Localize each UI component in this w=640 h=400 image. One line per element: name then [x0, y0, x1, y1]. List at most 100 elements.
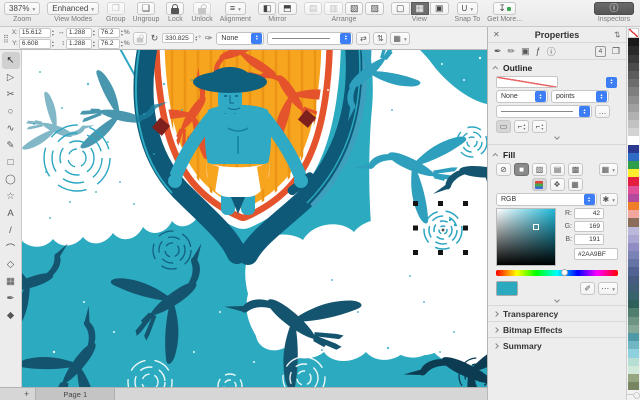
drawing-canvas[interactable] — [22, 50, 487, 387]
summary-section-header[interactable]: Summary — [488, 337, 626, 353]
palette-swatch[interactable] — [628, 341, 639, 350]
palette-swatch[interactable] — [628, 373, 639, 383]
view-normal-button[interactable]: ▢ — [391, 2, 410, 15]
fill-options-dropdown[interactable]: ▦ — [598, 163, 618, 176]
color-model-select[interactable]: RGB — [496, 193, 597, 206]
palette-minimize-icon[interactable]: — — [627, 392, 633, 398]
polygon-tool[interactable]: ☆ — [2, 188, 20, 205]
palette-swatch[interactable] — [628, 193, 639, 202]
inspectors-button[interactable]: ⓘ — [594, 2, 634, 15]
palette-swatch[interactable] — [628, 201, 639, 211]
palette-swatch[interactable] — [628, 324, 639, 333]
hue-slider[interactable] — [496, 269, 618, 276]
palette-swatch[interactable] — [628, 275, 639, 284]
view-grid-button[interactable]: ▦ — [410, 2, 430, 15]
stepper-icon[interactable] — [121, 40, 123, 46]
bezier-tool[interactable]: ⌒ — [2, 239, 20, 256]
palette-swatch[interactable] — [628, 79, 639, 88]
palette-swatch[interactable] — [628, 259, 639, 268]
palette-swatch[interactable] — [628, 242, 639, 252]
stepper-icon[interactable] — [93, 40, 95, 46]
cap-style-button[interactable]: ⌐ — [514, 120, 529, 133]
g-value-field[interactable]: 169 — [574, 221, 604, 232]
stepper-icon[interactable] — [195, 35, 197, 41]
add-page-button[interactable]: + — [24, 389, 29, 399]
palette-swatch[interactable] — [628, 210, 639, 219]
line-tool[interactable]: / — [2, 222, 20, 239]
fill-section-header[interactable]: Fill — [488, 147, 626, 162]
swap-button[interactable]: ⇄ — [356, 31, 371, 45]
transparency-section-header[interactable]: Transparency — [488, 305, 626, 321]
outline-section-header[interactable]: Outline — [488, 60, 626, 75]
palette-swatch[interactable] — [628, 103, 639, 112]
anchor-grid-icon[interactable]: ⣿ — [3, 34, 9, 43]
alignment-dropdown[interactable]: ≡ — [224, 2, 246, 15]
palette-swatch[interactable] — [628, 300, 639, 309]
ungroup-button[interactable]: ❏ — [136, 2, 155, 15]
outline-color-preview[interactable] — [496, 76, 558, 88]
ellipse-tool[interactable]: ◯ — [2, 171, 20, 188]
outline-collapse-control[interactable] — [488, 134, 626, 142]
palette-swatch[interactable] — [628, 62, 639, 71]
palette-swatch[interactable] — [628, 38, 639, 47]
palette-swatch[interactable] — [628, 218, 639, 227]
get-more-button[interactable]: ↧ — [493, 2, 516, 15]
scale-width-field[interactable]: 76.2 — [97, 27, 120, 38]
fill-collapse-control[interactable] — [488, 297, 626, 305]
color-viewers-button[interactable] — [531, 178, 547, 191]
eyedropper-button[interactable]: ✐ — [580, 282, 596, 295]
snap-to-dropdown[interactable]: U — [456, 2, 479, 15]
miter-limit-button[interactable]: ⌐ — [532, 120, 547, 133]
bitmap-effects-section-header[interactable]: Bitmap Effects — [488, 321, 626, 337]
shape-tool[interactable]: ▷ — [2, 69, 20, 86]
zoom-tool[interactable]: ○ — [2, 103, 20, 120]
palette-swatch[interactable] — [628, 365, 639, 374]
palette-swatch[interactable] — [628, 120, 639, 129]
hue-slider-handle[interactable] — [560, 269, 568, 276]
color-picker-cursor[interactable] — [532, 223, 539, 230]
mirror-horizontal-button[interactable]: ◧ — [257, 2, 277, 15]
palette-options-icon[interactable]: ◯ — [633, 392, 640, 399]
stepper-icon[interactable] — [52, 40, 54, 46]
palette-swatch[interactable] — [628, 161, 639, 170]
outline-width-select[interactable]: None — [496, 90, 548, 103]
color-palettes-button[interactable]: ▦ — [567, 178, 583, 191]
corner-style-button[interactable]: ▭ — [496, 120, 511, 133]
transparency-tab-icon[interactable]: ▣ — [521, 46, 530, 57]
effects-tab-icon[interactable]: ƒ — [536, 46, 541, 56]
rectangle-tool[interactable]: □ — [2, 154, 20, 171]
palette-swatch[interactable] — [628, 111, 639, 121]
basic-shapes-tool[interactable]: ◇ — [2, 256, 20, 273]
x-position-field[interactable]: 15.612 — [18, 27, 51, 38]
pick-tool[interactable]: ↖ — [1, 52, 20, 69]
no-fill-button[interactable]: ⊘ — [496, 163, 511, 176]
fill-tool[interactable]: ◆ — [2, 307, 20, 324]
uniform-fill-button[interactable]: ■ — [514, 163, 529, 176]
color-mixers-button[interactable]: ❖ — [549, 178, 565, 191]
outline-pen-tool[interactable]: ✒ — [2, 290, 20, 307]
hex-value-field[interactable]: #2AA9BF — [574, 248, 618, 260]
canvas-artwork[interactable] — [22, 50, 487, 387]
palette-swatch[interactable] — [628, 332, 639, 342]
palette-swatch[interactable] — [628, 316, 639, 325]
palette-swatch[interactable] — [628, 136, 639, 145]
group-button[interactable]: ❐ — [106, 2, 125, 15]
arrange-forward-button[interactable]: ▤ — [303, 2, 323, 15]
lock-button[interactable] — [166, 2, 185, 15]
freehand-tool[interactable]: ∿ — [2, 120, 20, 137]
outline-units-select[interactable]: points — [551, 90, 609, 103]
copy-icon[interactable]: ❐ — [612, 46, 620, 57]
palette-swatch[interactable] — [628, 95, 639, 104]
unlock-button[interactable] — [193, 2, 212, 15]
flip-button[interactable]: ⇅ — [373, 31, 388, 45]
color-settings-button[interactable]: ✱ — [599, 193, 618, 206]
text-tool[interactable]: A — [2, 205, 20, 222]
dock-icon[interactable]: ⇄ — [613, 31, 622, 38]
palette-swatch[interactable] — [628, 292, 639, 301]
palette-swatch[interactable] — [628, 234, 639, 243]
palette-swatch[interactable] — [628, 152, 639, 161]
arrange-front-button[interactable]: ▧ — [344, 2, 364, 15]
stepper-icon[interactable] — [52, 29, 54, 35]
pages-badge-icon[interactable]: 4 — [594, 45, 606, 57]
palette-swatch[interactable] — [628, 144, 639, 153]
